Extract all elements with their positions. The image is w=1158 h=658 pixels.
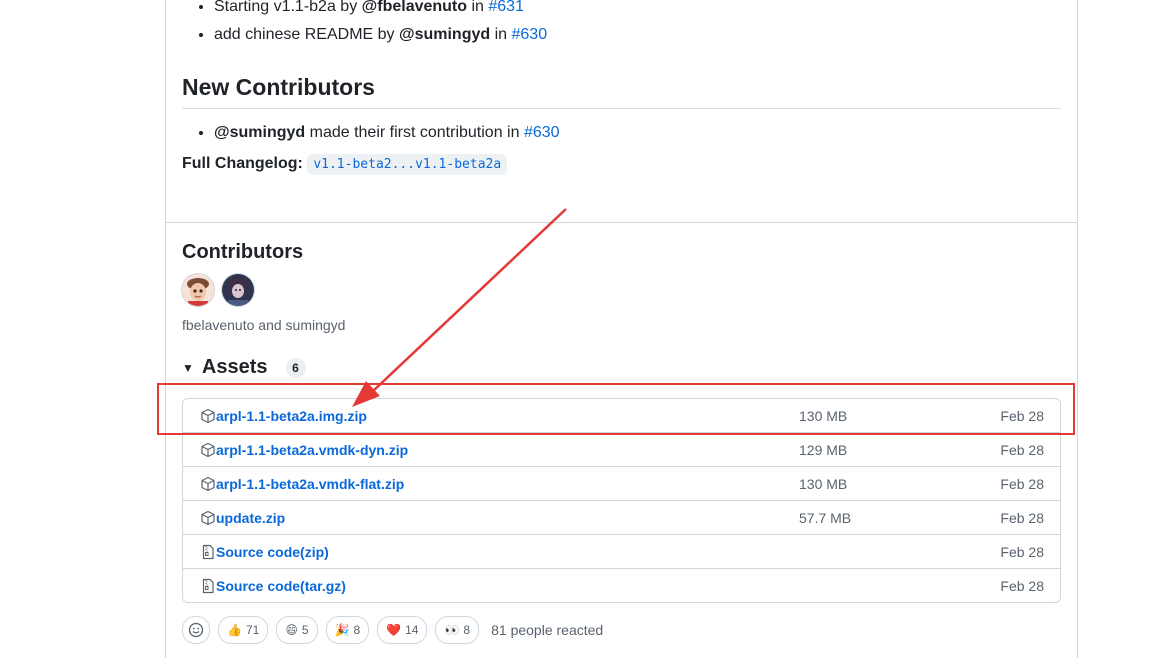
user-mention[interactable]: @sumingyd: [214, 124, 305, 141]
asset-date: Feb 28: [1000, 543, 1044, 560]
asset-size: 57.7 MB: [799, 509, 852, 526]
assets-toggle[interactable]: ▼ Assets 6: [182, 356, 1061, 379]
assets-count-badge: 6: [285, 357, 306, 378]
full-changelog: Full Changelog: v1.1-beta2...v1.1-beta2a: [182, 154, 1061, 175]
package-icon: [201, 442, 215, 457]
new-contributors-heading: New Contributors: [182, 72, 1061, 109]
file-zip-icon: [202, 544, 214, 559]
reaction-count: 71: [245, 623, 260, 637]
change-text: in: [467, 0, 489, 15]
asset-date: Feb 28: [1000, 407, 1044, 424]
user-mention[interactable]: @fbelavenuto: [362, 0, 467, 15]
reaction-count: 5: [301, 623, 309, 637]
change-item: add chinese README by @sumingyd in #630: [214, 25, 1061, 45]
contributors-section: Contributors fbelavenuto and sumingyd: [182, 241, 1061, 333]
avatar[interactable]: [222, 274, 255, 306]
reaction-count: 8: [463, 623, 471, 637]
reaction-emoji: 👀: [444, 623, 460, 637]
asset-date: Feb 28: [1000, 509, 1044, 526]
asset-size: 130 MB: [799, 407, 848, 424]
reactions-summary: 81 people reacted: [491, 622, 604, 638]
file-zip-icon: [202, 578, 214, 593]
reaction-emoji: ❤️: [386, 623, 402, 637]
change-item: Starting v1.1-b2a by @fbelavenuto in #63…: [214, 0, 1061, 17]
new-contributors-section: New Contributors @sumingyd made their fi…: [182, 72, 1061, 175]
contributors-heading: Contributors: [182, 241, 304, 263]
asset-date: Feb 28: [1000, 577, 1044, 594]
asset-date: Feb 28: [1000, 475, 1044, 492]
asset-row: Source code (tar.gz) Feb 28: [183, 568, 1060, 602]
asset-link[interactable]: arpl-1.1-beta2a.img.zip: [216, 408, 367, 424]
contributor-names: fbelavenuto and sumingyd: [182, 317, 346, 333]
asset-link[interactable]: update.zip: [216, 510, 285, 526]
asset-date: Feb 28: [1000, 441, 1044, 458]
change-text: add chinese README by: [214, 26, 399, 43]
change-text: Starting v1.1-b2a by: [214, 0, 362, 15]
package-icon: [201, 408, 215, 423]
asset-list: arpl-1.1-beta2a.img.zip 130 MB Feb 28 arpl-…: [182, 398, 1061, 603]
asset-link[interactable]: arpl-1.1-beta2a.vmdk-flat.zip: [216, 476, 404, 492]
asset-size: 130 MB: [799, 475, 848, 492]
asset-row: arpl-1.1-beta2a.img.zip 130 MB Feb 28: [183, 399, 1060, 432]
reaction-emoji: 👍: [227, 623, 242, 637]
asset-suffix[interactable]: (zip): [300, 544, 329, 560]
release-panel: Starting v1.1-b2a by @fbelavenuto in #63…: [165, 0, 1078, 658]
avatar[interactable]: [182, 274, 214, 306]
asset-suffix[interactable]: (tar.gz): [300, 578, 346, 594]
asset-link[interactable]: Source code: [216, 578, 300, 594]
reaction-count: 14: [405, 623, 419, 637]
reaction-count: 8: [353, 623, 361, 637]
asset-link[interactable]: arpl-1.1-beta2a.vmdk-dyn.zip: [216, 442, 408, 458]
asset-row: Source code (zip) Feb 28: [183, 534, 1060, 568]
change-text: in: [490, 26, 512, 43]
pr-link[interactable]: #631: [488, 0, 524, 15]
caret-down-icon: ▼: [182, 360, 194, 375]
user-mention[interactable]: @sumingyd: [399, 26, 490, 43]
asset-link[interactable]: Source code: [216, 544, 300, 560]
assets-section: ▼ Assets 6: [182, 356, 1061, 379]
section-divider: [166, 222, 1077, 223]
whats-changed-list: Starting v1.1-b2a by @fbelavenuto in #63…: [182, 0, 1061, 53]
asset-row: arpl-1.1-beta2a.vmdk-dyn.zip 129 MB Feb 28: [183, 432, 1060, 466]
asset-size: 129 MB: [799, 441, 848, 458]
package-icon: [201, 476, 215, 491]
package-icon: [201, 510, 215, 525]
compare-link[interactable]: v1.1-beta2...v1.1-beta2a: [307, 154, 508, 175]
reaction-emoji: 😄: [285, 623, 298, 637]
asset-row: arpl-1.1-beta2a.vmdk-flat.zip 130 MB Feb 2…: [183, 466, 1060, 500]
new-contributor-item: @sumingyd made their first contribution …: [214, 123, 1061, 143]
reaction-emoji: 🎉: [334, 623, 350, 637]
contribution-text: made their first contribution in: [305, 124, 524, 141]
pr-link[interactable]: #630: [512, 26, 548, 43]
assets-heading: Assets: [201, 356, 268, 378]
changelog-label: Full Changelog:: [182, 155, 303, 172]
pr-link[interactable]: #630: [524, 124, 560, 141]
avatar-stack: [182, 274, 1061, 308]
asset-row: update.zip 57.7 MB Feb 28: [183, 500, 1060, 534]
smiley-icon: [188, 622, 204, 638]
